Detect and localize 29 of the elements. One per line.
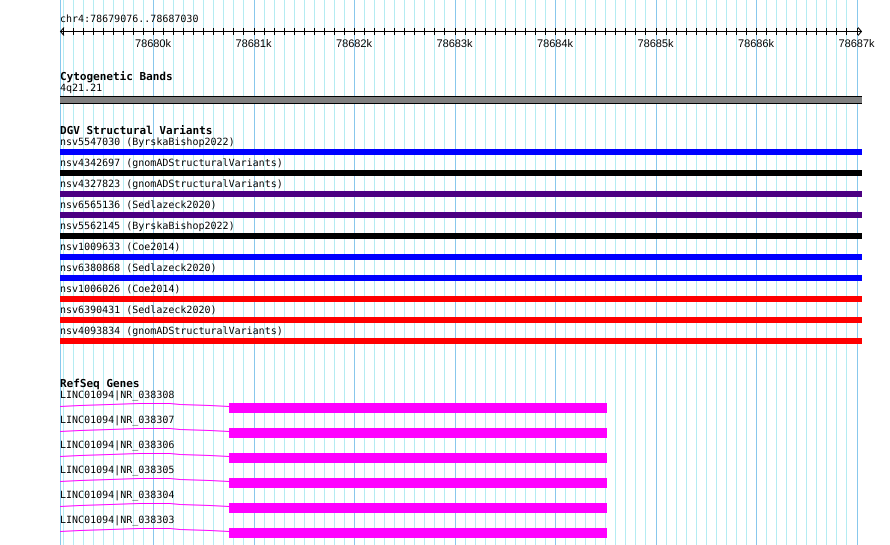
feature-label: nsv1009633 (Coe2014) — [60, 242, 182, 254]
tick-label: 78683k — [436, 38, 473, 50]
feature-label: nsv4342697 (gnomADStructuralVariants) — [60, 158, 284, 170]
feature-label: LINC01094|NR_038308 — [60, 390, 176, 402]
tick-label: 78681k — [235, 38, 272, 50]
tick-label: 78687k — [838, 38, 875, 50]
feature-label: nsv5562145 (ByrskaBishop2022) — [60, 221, 236, 233]
feature-label: LINC01094|NR_038304 — [60, 490, 176, 502]
feature-label: nsv6390431 (Sedlazeck2020) — [60, 305, 218, 317]
feature-label: LINC01094|NR_038306 — [60, 440, 176, 452]
feature-label: nsv4327823 (gnomADStructuralVariants) — [60, 179, 284, 191]
feature-label: 4q21.21 — [60, 83, 104, 95]
track-title: DGV Structural Variants — [60, 125, 214, 137]
tick-label: 78684k — [536, 38, 574, 50]
track-title: Cytogenetic Bands — [60, 71, 174, 83]
feature-label: LINC01094|NR_038307 — [60, 415, 176, 427]
location-text: chr4:78679076..78687030 — [60, 14, 200, 26]
tick-label: 78685k — [637, 38, 674, 50]
feature-label: nsv6380868 (Sedlazeck2020) — [60, 263, 218, 275]
tick-label: 78680k — [134, 38, 172, 50]
tick-label: 78686k — [738, 38, 774, 50]
feature-label: nsv5547030 (ByrskaBishop2022) — [60, 137, 236, 149]
feature-label: nsv6565136 (Sedlazeck2020) — [60, 200, 218, 212]
track-title: RefSeq Genes — [60, 378, 140, 390]
feature-label: LINC01094|NR_038305 — [60, 465, 176, 477]
tick-label: 78682k — [336, 38, 372, 50]
feature-label: nsv4093834 (gnomADStructuralVariants) — [60, 326, 284, 338]
feature-label: nsv1006026 (Coe2014) — [60, 284, 182, 296]
feature-label: LINC01094|NR_038303 — [60, 515, 176, 527]
